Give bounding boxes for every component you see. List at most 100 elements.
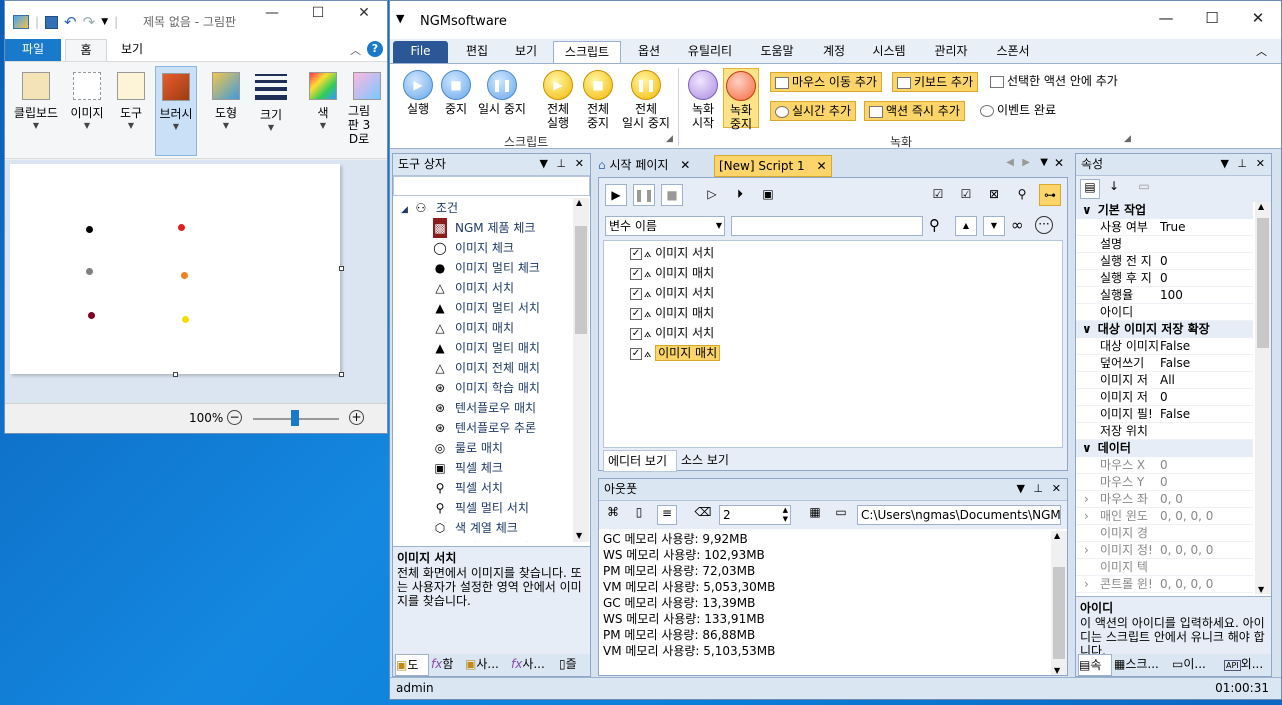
prop-row[interactable]: 마우스 Y0 (1076, 474, 1253, 491)
panel-menu-icon[interactable]: ▼ (540, 154, 548, 174)
pin-icon[interactable]: ⊥ (1033, 479, 1043, 499)
tab-toolbox[interactable]: ▣도 (395, 654, 429, 676)
toolbox-search-input[interactable] (393, 176, 590, 196)
close-icon[interactable]: ✕ (575, 154, 584, 174)
enabled-checkbox[interactable]: ✓ (630, 267, 642, 280)
enabled-checkbox[interactable]: ✓ (630, 327, 642, 340)
tree-item[interactable]: ⊛ 텐서플로우 추론 (433, 418, 536, 438)
tab-properties[interactable]: ▤속 (1078, 654, 1112, 676)
delete-icon[interactable]: ⊠ (983, 184, 1005, 206)
tree-item[interactable]: ⚲ 픽셀 멀티 서치 (433, 498, 529, 518)
clear-log-icon[interactable]: ⌘ (603, 505, 623, 525)
dialog-launcher-icon[interactable]: ◢ (1124, 134, 1131, 144)
variable-dropdown[interactable]: 변수 이름 ▼ (605, 216, 725, 236)
pin-icon[interactable]: ⊥ (1237, 154, 1247, 174)
pause-all-button[interactable]: ❚❚ 전체 일시 중지 (618, 70, 674, 130)
tree-item[interactable]: △ 이미지 전체 매치 (433, 358, 540, 378)
action-row[interactable]: ✓ ⟑ 이미지 매치 (630, 343, 721, 363)
folder-icon[interactable]: ▭ (831, 505, 851, 525)
close-button[interactable]: ✕ (341, 5, 387, 21)
tab-file[interactable]: File (393, 41, 448, 63)
tab-source-view[interactable]: 소스 보기 (679, 450, 739, 472)
tree-item[interactable]: ▩ NGM 제품 체크 (433, 218, 535, 238)
tab-home[interactable]: 홈 (65, 39, 107, 61)
tree-item[interactable]: ⚲ 픽셀 서치 (433, 478, 503, 498)
shapes-group[interactable]: 도형 ▼ (205, 66, 247, 156)
stop-all-button[interactable]: ■ 전체 중지 (578, 70, 618, 130)
image-group[interactable]: 이미지 ▼ (67, 66, 107, 156)
tab-help[interactable]: 도움말 (752, 41, 802, 63)
tab-functions[interactable]: fx함 (431, 654, 463, 676)
save-icon[interactable]: ▦ (805, 505, 825, 525)
save-icon[interactable] (45, 15, 59, 29)
tab-editor-view[interactable]: 에디터 보기 (603, 450, 677, 472)
minimize-button[interactable]: — (1143, 9, 1189, 27)
tab-external-api[interactable]: API 외... (1224, 654, 1270, 676)
tab-utility[interactable]: 유틸리티 (680, 41, 740, 63)
brushes-group[interactable]: 브러시 ▼ (155, 66, 197, 156)
variable-search-input[interactable] (731, 216, 923, 236)
tree-item[interactable]: ▲ 이미지 멀티 서치 (433, 298, 540, 318)
pause-icon[interactable]: ❚❚ (633, 184, 655, 206)
prop-row[interactable]: 이미지 텍 (1076, 559, 1253, 576)
prop-row[interactable]: 아이디 (1076, 304, 1253, 321)
prop-row[interactable]: 덮어쓰기 False (1076, 355, 1253, 372)
sort-alpha-icon[interactable]: ↓ (1104, 179, 1124, 199)
tree-item[interactable]: △ 이미지 서치 (433, 278, 514, 298)
tab-script[interactable]: 스크립트 (553, 41, 621, 63)
stop-icon[interactable]: ■ (661, 184, 683, 206)
action-row[interactable]: ✓ ⟑ 이미지 서치 (630, 243, 714, 263)
customize-quick-access-icon[interactable]: ▼ (101, 17, 108, 27)
drawing-canvas[interactable] (10, 164, 340, 374)
new-document-icon[interactable]: ▯ (629, 505, 649, 525)
step-icon[interactable]: ▷ (701, 184, 723, 206)
search-icon[interactable]: ⚲ (929, 216, 940, 234)
system-menu-icon[interactable]: ▼ (396, 12, 404, 25)
enabled-checkbox[interactable]: ✓ (630, 287, 642, 300)
zoom-slider-thumb[interactable] (291, 410, 299, 426)
add-in-selected-button[interactable]: 선택한 액션 안에 추가 (986, 72, 1122, 92)
move-down-icon[interactable]: ▼ (983, 216, 1005, 236)
prop-category[interactable]: ∨ 데이터 (1076, 440, 1253, 457)
prop-row[interactable]: 이미지 저 All (1076, 372, 1253, 389)
record-stop-button[interactable]: 녹화 중지 (723, 68, 759, 131)
resize-handle-bottom[interactable] (173, 372, 178, 377)
tab-start-page[interactable]: ⌂ 시작 페이지 ✕ (598, 155, 710, 177)
tree-category[interactable]: ◢ ⚇ 조건 (401, 198, 458, 218)
prop-category[interactable]: ∨ 대상 이미지 저장 확장 (1076, 321, 1253, 338)
prop-row[interactable]: 실행 전 지0 (1076, 253, 1253, 270)
tab-user-a[interactable]: ▣사... (465, 654, 509, 676)
prop-row[interactable]: 실행 후 지0 (1076, 270, 1253, 287)
tab-account[interactable]: 계정 (814, 41, 854, 63)
zoom-out-icon[interactable]: − (227, 410, 242, 425)
properties-scrollbar[interactable]: ▲ ▼ (1255, 202, 1271, 594)
prop-category[interactable]: ∨ 기본 작업 (1076, 202, 1253, 219)
resize-handle-corner[interactable] (339, 372, 344, 377)
prop-row[interactable]: 이미지 저0 (1076, 389, 1253, 406)
scrollbar-thumb[interactable] (1257, 218, 1269, 348)
close-icon[interactable]: ✕ (1052, 479, 1061, 499)
tab-file[interactable]: 파일 (5, 39, 61, 61)
maximize-button[interactable]: ☐ (295, 5, 341, 21)
tree-item[interactable]: ▣ 픽셀 체크 (433, 458, 503, 478)
enabled-checkbox[interactable]: ✓ (630, 247, 642, 260)
tab-edit[interactable]: 편집 (456, 41, 498, 63)
add-action-now-button[interactable]: 액션 즉시 추가 (864, 101, 965, 121)
action-row[interactable]: ✓ ⟑ 이미지 매치 (630, 303, 714, 323)
prop-row[interactable]: 저장 위치 (1076, 423, 1253, 440)
move-up-icon[interactable]: ▲ (955, 216, 977, 236)
log-level-stepper[interactable]: 2 ▲ ▼ (719, 505, 791, 525)
action-row[interactable]: ✓ ⟑ 이미지 서치 (630, 283, 714, 303)
prop-row[interactable]: › 매인 윈도 0, 0, 0, 0 (1076, 508, 1253, 525)
check-all-icon[interactable]: ☑ (927, 184, 949, 206)
step-over-icon[interactable]: ▣ (757, 184, 779, 206)
list-icon[interactable]: ≡ (657, 505, 677, 525)
collapse-ribbon-icon[interactable]: ︿ (350, 42, 361, 58)
eraser-icon[interactable]: ⌫ (693, 505, 713, 525)
resize-handle-right[interactable] (339, 266, 344, 271)
tab-options[interactable]: 옵션 (628, 41, 670, 63)
undo-icon[interactable]: ↶ (64, 13, 77, 31)
tab-view[interactable]: 보기 (506, 41, 546, 63)
tab-system[interactable]: 시스템 (864, 41, 914, 63)
tree-item[interactable]: ◯ 이미지 체크 (433, 238, 514, 258)
